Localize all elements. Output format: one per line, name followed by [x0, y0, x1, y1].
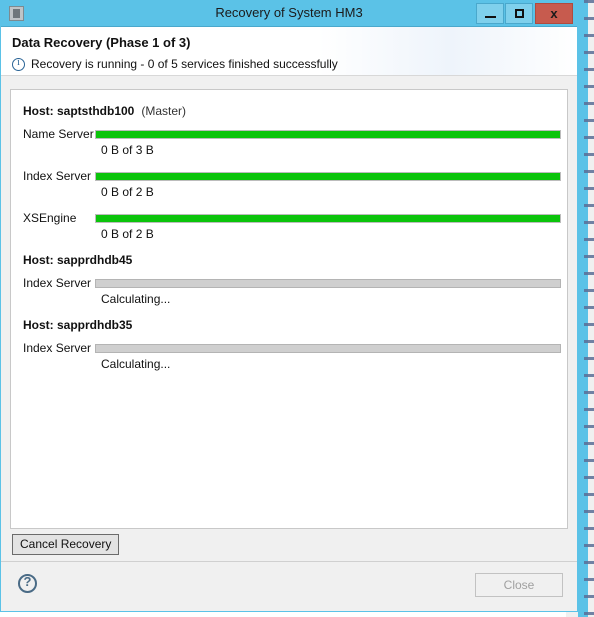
service-progress-text: 0 B of 2 B — [101, 185, 154, 199]
host-role-label: (Master) — [141, 104, 187, 118]
service-name: Name Server — [23, 127, 94, 141]
host-group: Host: sapprdhdb35 Index Server Calculating… — [23, 318, 567, 371]
service-progress-fill — [96, 172, 560, 180]
service-row: Index Server — [23, 276, 567, 290]
progress-panel: Host: saptsthdb100 (Master) Name Server 0 B… — [10, 89, 568, 529]
status-row: Recovery is running - 0 of 5 services fi… — [12, 57, 338, 71]
service-name: Index Server — [23, 341, 92, 355]
service-name: Index Server — [23, 169, 92, 183]
host-group: Host: saptsthdb100 (Master) Name Server 0 B… — [23, 104, 567, 241]
title-bar[interactable]: Recovery of System HM3 x — [1, 1, 577, 27]
recovery-dialog: Recovery of System HM3 x Data Recovery (… — [0, 0, 578, 612]
help-icon[interactable] — [18, 574, 37, 593]
host-label: Host: saptsthdb100 — [23, 104, 135, 118]
dialog-footer: Close — [1, 561, 577, 611]
service-progress-bar — [95, 278, 561, 288]
close-window-button[interactable]: x — [535, 3, 573, 24]
dialog-header: Data Recovery (Phase 1 of 3) Recovery is… — [1, 27, 577, 76]
close-icon: x — [550, 6, 558, 21]
service-row: Index Server — [23, 341, 567, 355]
host-label: Host: sapprdhdb35 — [23, 318, 133, 332]
cancel-recovery-button[interactable]: Cancel Recovery — [12, 534, 120, 555]
info-icon — [12, 57, 25, 71]
background-window-scrollbar[interactable] — [584, 0, 594, 617]
host-title: Host: sapprdhdb45 — [23, 253, 567, 267]
service-progress-text: Calculating... — [101, 292, 171, 306]
progress-panel-wrap: Host: saptsthdb100 (Master) Name Server 0 B… — [10, 89, 568, 529]
page-title: Data Recovery (Phase 1 of 3) — [12, 35, 191, 50]
service-row: Name Server — [23, 127, 567, 141]
service-progress-bar — [95, 171, 561, 181]
close-button[interactable]: Close — [475, 573, 563, 597]
service-row: XSEngine — [23, 211, 567, 225]
host-title: Host: saptsthdb100 (Master) — [23, 104, 567, 118]
service-name: Index Server — [23, 276, 92, 290]
minimize-button[interactable] — [476, 3, 504, 24]
service-row: Index Server — [23, 169, 567, 183]
service-progress-fill — [96, 130, 560, 138]
service-name: XSEngine — [23, 211, 77, 225]
status-text: Recovery is running - 0 of 5 services fi… — [31, 57, 338, 71]
host-group: Host: sapprdhdb45 Index Server Calculating… — [23, 253, 567, 306]
maximize-icon — [515, 9, 524, 18]
service-progress-bar — [95, 129, 561, 139]
service-progress-bar — [95, 343, 561, 353]
host-list: Host: saptsthdb100 (Master) Name Server 0 B… — [11, 90, 567, 371]
service-progress-text: Calculating... — [101, 357, 171, 371]
maximize-button[interactable] — [505, 3, 533, 24]
host-label: Host: sapprdhdb45 — [23, 253, 133, 267]
service-progress-text: 0 B of 2 B — [101, 227, 154, 241]
service-progress-bar — [95, 213, 561, 223]
host-title: Host: sapprdhdb35 — [23, 318, 567, 332]
service-progress-text: 0 B of 3 B — [101, 143, 154, 157]
minimize-icon — [485, 16, 496, 18]
service-progress-fill — [96, 214, 560, 222]
